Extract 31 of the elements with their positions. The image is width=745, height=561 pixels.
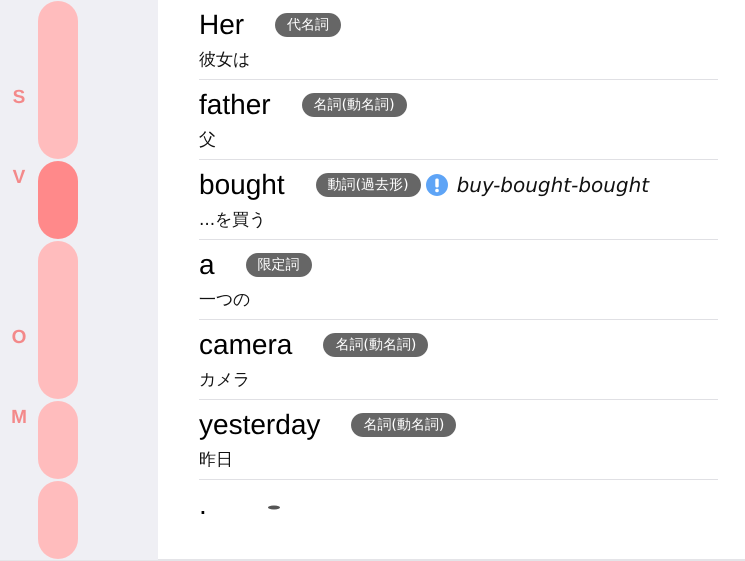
word-text: yesterday bbox=[199, 408, 320, 442]
part-of-speech-badge: 動詞(過去形) bbox=[316, 173, 421, 197]
info-icon bbox=[426, 174, 448, 196]
word-text: . bbox=[199, 488, 207, 522]
meaning-text: カメラ bbox=[199, 369, 251, 392]
dash-mark bbox=[268, 504, 280, 510]
role-label: M bbox=[11, 408, 27, 428]
word-text: Her bbox=[199, 8, 244, 42]
role-bar[interactable] bbox=[38, 241, 78, 399]
meaning-text: 昨日 bbox=[199, 449, 234, 472]
role-bar[interactable] bbox=[38, 481, 78, 559]
role-bar[interactable] bbox=[38, 161, 78, 239]
part-of-speech-badge: 限定詞 bbox=[246, 253, 312, 277]
part-of-speech-badge: 名詞(動名詞) bbox=[351, 413, 456, 437]
meaning-text: ...を買う bbox=[199, 209, 268, 232]
part-of-speech-badge: 代名詞 bbox=[275, 13, 342, 37]
part-of-speech-badge: 名詞(動名詞) bbox=[302, 93, 407, 117]
word-text: camera bbox=[199, 328, 292, 362]
meaning-text: 一つの bbox=[199, 289, 251, 312]
word-text: a bbox=[199, 248, 215, 282]
role-label: O bbox=[12, 328, 26, 348]
word-text: bought bbox=[199, 168, 285, 202]
meaning-text: 父 bbox=[199, 129, 217, 152]
role-label: V bbox=[12, 168, 26, 188]
role-bar[interactable] bbox=[38, 1, 78, 159]
word-text: father bbox=[199, 88, 271, 122]
part-of-speech-badge: 名詞(動名詞) bbox=[323, 333, 428, 357]
meaning-text: 彼女は bbox=[199, 49, 251, 72]
conjugation-note: buy-bought-bought bbox=[456, 173, 650, 197]
role-label: S bbox=[12, 88, 26, 108]
role-bar[interactable] bbox=[38, 401, 78, 479]
